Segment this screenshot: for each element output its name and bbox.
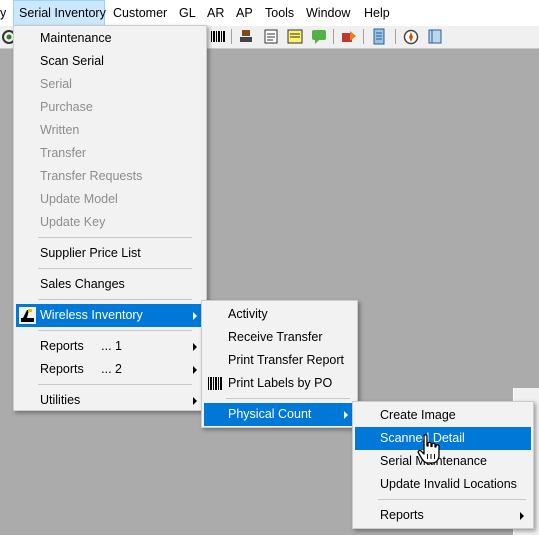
menu-item-physical-count[interactable]: Physical Count: [204, 403, 355, 426]
menu-item-sales-changes[interactable]: Sales Changes: [16, 273, 204, 296]
submenu-arrow-icon: [193, 343, 197, 351]
menu-item-serial: Serial: [40, 77, 72, 91]
menu-separator: [38, 299, 192, 300]
scanner-icon: [19, 307, 36, 324]
notebook-icon[interactable]: [426, 28, 444, 45]
menu-item-serial-maintenance[interactable]: Serial Maintenance: [355, 450, 531, 473]
menu-separator: [38, 384, 192, 385]
submenu-arrow-icon: [520, 512, 524, 520]
menu-separator: [378, 499, 526, 500]
menu-item-transfer: Transfer: [40, 146, 87, 160]
menu-item-supplier-price-list[interactable]: Supplier Price List: [16, 242, 204, 265]
menubar-item-tools[interactable]: Tools: [265, 0, 294, 26]
submenu-arrow-icon: [193, 366, 197, 374]
menu-item-update-invalid-locations[interactable]: Update Invalid Locations: [355, 473, 531, 496]
menubar: y Serial Inventory Customer GL AR AP Too…: [0, 0, 539, 27]
menu-item-activity[interactable]: Activity: [204, 303, 355, 326]
menubar-item-serial-inventory[interactable]: Serial Inventory: [13, 0, 106, 26]
menu-item-transfer-requests: Transfer Requests: [40, 169, 143, 183]
submenu-arrow-icon: [344, 411, 348, 419]
menu-item-print-transfer-report[interactable]: Print Transfer Report: [204, 349, 355, 372]
notes-icon[interactable]: [286, 28, 304, 45]
menu-separator: [226, 398, 350, 399]
menu-item-purchase: Purchase: [40, 100, 93, 114]
submenu-arrow-icon: [193, 312, 197, 320]
barcode-icon[interactable]: [209, 28, 227, 45]
menu-item-written: Written: [40, 123, 80, 137]
menu-item-utilities[interactable]: Utilities: [16, 389, 204, 412]
submenu-arrow-icon: [193, 397, 197, 405]
menubar-item-ar[interactable]: AR: [207, 0, 224, 26]
menubar-item-partial[interactable]: y: [0, 0, 6, 26]
menu-item-update-key: Update Key: [40, 215, 106, 229]
document-icon[interactable]: [262, 28, 280, 45]
menubar-item-ap[interactable]: AP: [236, 0, 253, 26]
menu-item-reports-2[interactable]: Reports ... 2: [16, 358, 204, 381]
menu-item-update-model: Update Model: [40, 192, 118, 206]
compass-icon[interactable]: [402, 28, 420, 45]
menu-item-scan-serial[interactable]: Scan Serial: [16, 50, 204, 73]
chat-icon[interactable]: [310, 28, 328, 45]
menu-item-reports-1[interactable]: Reports ... 1: [16, 335, 204, 358]
file-icon[interactable]: [370, 28, 388, 45]
physical-count-submenu: Create Image Scanned Detail Serial Maint…: [352, 401, 534, 529]
menubar-item-gl[interactable]: GL: [179, 0, 196, 26]
menu-separator: [38, 237, 192, 238]
menu-separator: [38, 268, 192, 269]
stamp-icon[interactable]: [238, 28, 256, 45]
hand-cursor-icon: [417, 434, 443, 466]
menubar-item-help[interactable]: Help: [364, 0, 390, 26]
menu-item-create-image[interactable]: Create Image: [355, 404, 531, 427]
wireless-inventory-submenu: Activity Receive Transfer Print Transfer…: [201, 300, 358, 428]
menu-separator: [38, 330, 192, 331]
serial-inventory-menu: Maintenance Scan Serial Serial Purchase …: [13, 25, 207, 411]
menu-item-wireless-inventory[interactable]: Wireless Inventory: [16, 304, 204, 327]
barcode-icon: [207, 376, 223, 391]
menu-item-receive-transfer[interactable]: Receive Transfer: [204, 326, 355, 349]
export-icon[interactable]: [340, 28, 358, 45]
menu-item-scanned-detail[interactable]: Scanned Detail: [355, 427, 531, 450]
menu-item-maintenance[interactable]: Maintenance: [16, 27, 204, 50]
menubar-item-window[interactable]: Window: [306, 0, 350, 26]
menubar-item-customer[interactable]: Customer: [113, 0, 167, 26]
menu-item-print-labels-by-po[interactable]: Print Labels by PO: [204, 372, 355, 395]
menu-item-reports[interactable]: Reports: [355, 504, 531, 527]
